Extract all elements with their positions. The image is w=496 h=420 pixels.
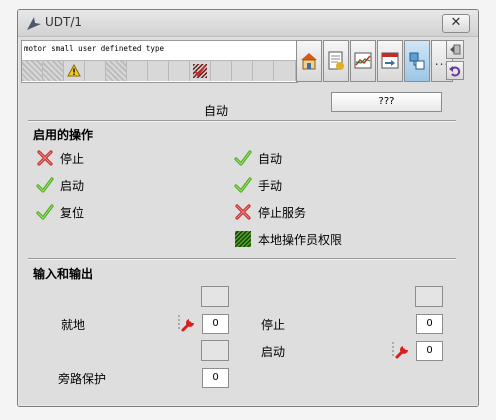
home-icon bbox=[301, 53, 317, 70]
check-icon bbox=[36, 177, 54, 193]
status-cell bbox=[22, 60, 43, 81]
check-icon bbox=[234, 177, 252, 193]
op-label: 手动 bbox=[258, 178, 283, 193]
document-icon bbox=[328, 51, 344, 70]
close-button[interactable]: ✕ bbox=[442, 14, 470, 33]
divider bbox=[28, 258, 456, 260]
operations-title: 启用的操作 bbox=[33, 128, 94, 142]
status-row bbox=[22, 60, 297, 81]
stop-label: 停止 bbox=[261, 318, 286, 332]
op-label: 复位 bbox=[60, 205, 85, 220]
hatched-check-icon bbox=[193, 64, 207, 78]
title-bar[interactable]: UDT/1 ✕ bbox=[18, 10, 478, 37]
op-local-operator[interactable]: 本地操作员权限 bbox=[234, 230, 342, 248]
divider bbox=[28, 120, 456, 122]
stop-value: 0 bbox=[416, 314, 443, 334]
arrow-button[interactable] bbox=[446, 40, 464, 59]
window-title: UDT/1 bbox=[45, 15, 83, 29]
wrench-icon bbox=[178, 315, 194, 332]
mini-toolbar bbox=[446, 40, 464, 82]
loop-icon bbox=[409, 52, 425, 70]
warning-icon bbox=[67, 64, 81, 77]
check-icon bbox=[36, 204, 54, 220]
hatched-check-icon bbox=[235, 231, 251, 247]
faceplate-window: UDT/1 ✕ motor small user defineted type bbox=[17, 9, 479, 407]
op-out-of-service[interactable]: 停止服务 bbox=[234, 203, 306, 221]
status-cell bbox=[148, 60, 169, 81]
io-title: 输入和输出 bbox=[33, 267, 94, 281]
undo-icon bbox=[449, 65, 461, 76]
view-toolbar: ... bbox=[296, 40, 453, 82]
bypass-value: 0 bbox=[202, 368, 229, 388]
status-cell bbox=[274, 60, 296, 81]
status-cell bbox=[43, 60, 64, 81]
arrow-icon bbox=[450, 44, 461, 55]
op-label: 启动 bbox=[60, 178, 85, 193]
status-cell bbox=[127, 60, 148, 81]
op-label: 停止 bbox=[60, 151, 85, 166]
stop-indicator-box bbox=[415, 286, 443, 307]
mode-label: 自动 bbox=[204, 104, 229, 118]
home-view-button[interactable] bbox=[296, 40, 322, 82]
header-panel: motor small user defineted type bbox=[21, 40, 298, 83]
op-label: 自动 bbox=[258, 151, 283, 166]
op-stop[interactable]: 停止 bbox=[36, 149, 84, 167]
red-x-icon bbox=[235, 204, 251, 220]
faceplate-icon bbox=[381, 52, 399, 69]
op-start[interactable]: 启动 bbox=[36, 176, 84, 194]
op-reset[interactable]: 复位 bbox=[36, 203, 84, 221]
trend-button[interactable] bbox=[350, 40, 376, 82]
red-x-icon bbox=[37, 150, 53, 166]
op-label: 停止服务 bbox=[258, 205, 307, 220]
type-name: motor small user defineted type bbox=[24, 44, 164, 53]
app-icon bbox=[27, 17, 41, 30]
status-cell-warning bbox=[64, 60, 85, 81]
op-label: 本地操作员权限 bbox=[258, 232, 343, 247]
status-cell bbox=[232, 60, 253, 81]
op-manual[interactable]: 手动 bbox=[234, 176, 282, 194]
start-label: 启动 bbox=[261, 345, 286, 359]
check-icon bbox=[234, 150, 252, 166]
status-cell bbox=[253, 60, 274, 81]
bypass-indicator-box bbox=[201, 340, 229, 361]
status-cell bbox=[85, 60, 106, 81]
mode-button[interactable]: ??? bbox=[331, 92, 442, 112]
local-value: 0 bbox=[202, 314, 229, 334]
undo-button[interactable] bbox=[446, 61, 464, 80]
loop-button[interactable] bbox=[404, 40, 430, 82]
start-value: 0 bbox=[416, 341, 443, 361]
op-auto[interactable]: 自动 bbox=[234, 149, 282, 167]
document-button[interactable] bbox=[323, 40, 349, 82]
local-label: 就地 bbox=[61, 318, 86, 332]
trend-icon bbox=[354, 52, 372, 69]
status-cell-operator bbox=[190, 60, 211, 81]
local-indicator-box bbox=[201, 286, 229, 307]
faceplate-button[interactable] bbox=[377, 40, 403, 82]
wrench-icon bbox=[392, 342, 408, 359]
status-cell bbox=[169, 60, 190, 81]
bypass-label: 旁路保护 bbox=[58, 372, 107, 386]
status-cell bbox=[106, 60, 127, 81]
status-cell bbox=[211, 60, 232, 81]
